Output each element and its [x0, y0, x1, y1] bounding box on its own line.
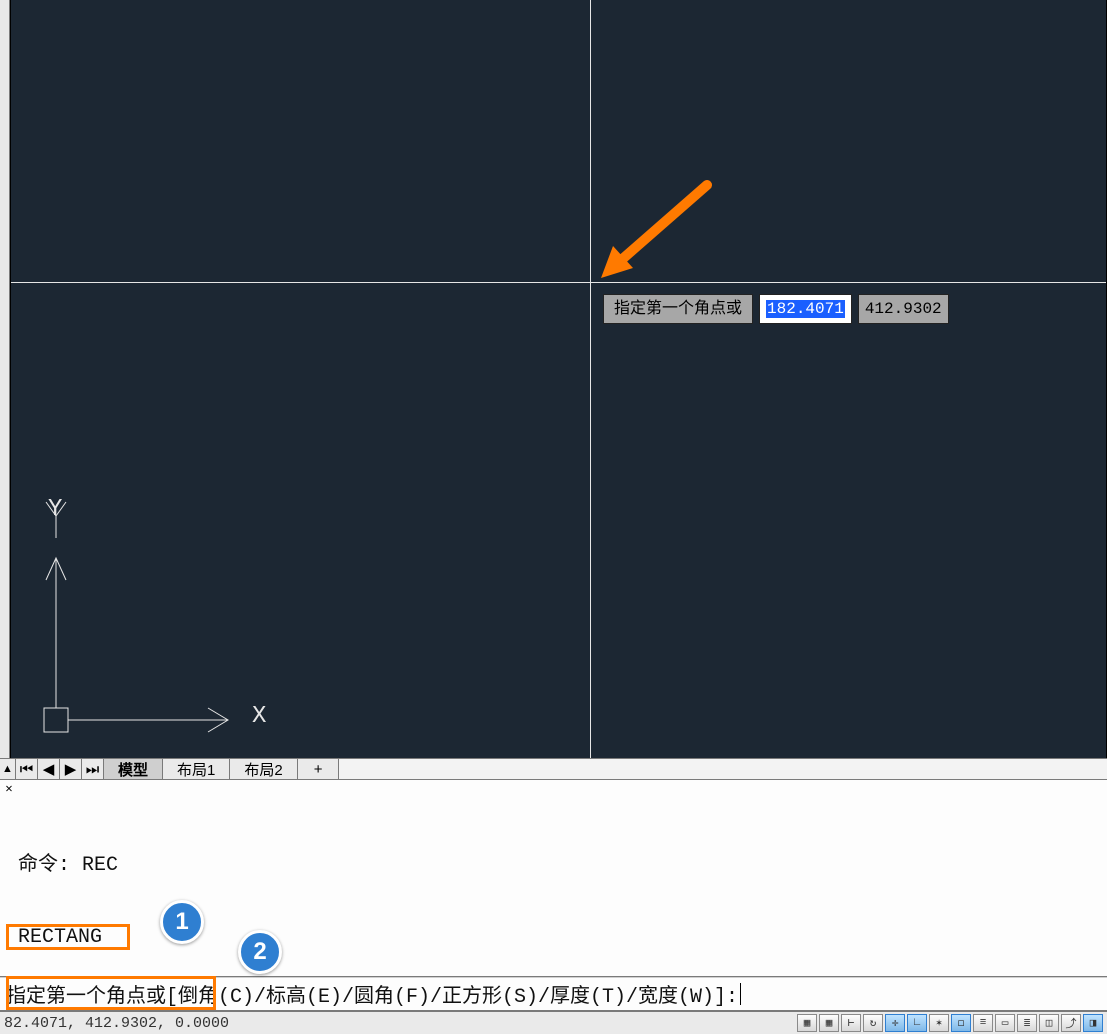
status-cycle-icon[interactable]: ◨ [1083, 1014, 1103, 1032]
dynamic-input-tooltip: 指定第一个角点或 182.4071 412.9302 [603, 294, 949, 324]
ucs-x-label: X [252, 703, 266, 730]
tab-nav-next[interactable]: ▶ [60, 759, 82, 779]
status-grid-display-icon[interactable]: ▦ [797, 1014, 817, 1032]
status-grid-snap-icon[interactable]: ▦ [819, 1014, 839, 1032]
command-prompt-current: 指定第一个角点或 [0, 979, 166, 1009]
tab-model[interactable]: 模型 [104, 759, 163, 779]
ucs-y-label: Y [48, 496, 62, 523]
status-ortho-icon[interactable]: ∟ [907, 1014, 927, 1032]
status-dyn-input-icon[interactable]: ✛ [885, 1014, 905, 1032]
status-osnap-icon[interactable]: ◻ [951, 1014, 971, 1032]
status-toggle-tray: ▦ ▦ ⊢ ↻ ✛ ∟ ✶ ◻ ≡ ▭ ≣ ◫ ⤴ ◨ [797, 1014, 1107, 1032]
layout-tab-strip: ▲ ⏮ ◀ ▶ ⏭ 模型 布局1 布局2 + [0, 758, 1107, 780]
status-polar-icon[interactable]: ✶ [929, 1014, 949, 1032]
status-transparency-icon[interactable]: ◫ [1039, 1014, 1059, 1032]
history-line: 命令: REC [18, 854, 1103, 878]
command-caret [740, 983, 741, 1005]
crosshair-vertical [590, 0, 591, 758]
tab-add[interactable]: + [298, 759, 340, 779]
history-line: RECTANG [18, 926, 1103, 950]
status-infer-icon[interactable]: ⊢ [841, 1014, 861, 1032]
tab-layout2[interactable]: 布局2 [230, 759, 297, 779]
command-history[interactable]: ✕ 命令: REC RECTANG 指定第一个角点或 [倒角(C)/标高(E)/… [0, 780, 1107, 977]
command-options: [倒角(C)/标高(E)/圆角(F)/正方形(S)/厚度(T)/宽度(W)]: [166, 979, 738, 1009]
crosshair-horizontal [11, 282, 1106, 283]
dynamic-x-input[interactable]: 182.4071 [759, 294, 852, 324]
coordinate-readout[interactable]: 82.4071, 412.9302, 0.0000 [0, 1015, 237, 1032]
status-dyn-ucs-icon[interactable]: ↻ [863, 1014, 883, 1032]
status-otrack-icon[interactable]: ▭ [995, 1014, 1015, 1032]
status-lineweight-icon[interactable]: ≣ [1017, 1014, 1037, 1032]
command-line[interactable]: 指定第一个角点或 [倒角(C)/标高(E)/圆角(F)/正方形(S)/厚度(T)… [0, 977, 1107, 1011]
dynamic-prompt-label: 指定第一个角点或 [603, 294, 753, 324]
ucs-icon: X Y [38, 498, 268, 748]
status-3dosnap-icon[interactable]: ≡ [973, 1014, 993, 1032]
status-quick-props-icon[interactable]: ⤴ [1061, 1014, 1081, 1032]
annotation-arrow-icon [597, 180, 717, 290]
tab-nav-last[interactable]: ⏭ [82, 759, 104, 779]
dynamic-y-input[interactable]: 412.9302 [858, 294, 949, 324]
close-icon[interactable]: ✕ [2, 782, 16, 796]
tab-nav-prev[interactable]: ◀ [38, 759, 60, 779]
tab-strip-fill [339, 759, 1107, 779]
status-bar: 82.4071, 412.9302, 0.0000 ▦ ▦ ⊢ ↻ ✛ ∟ ✶ … [0, 1011, 1107, 1034]
history-scroll-up[interactable]: ▲ [0, 759, 16, 779]
left-gutter [0, 0, 10, 758]
tab-layout1[interactable]: 布局1 [163, 759, 230, 779]
tab-nav-first[interactable]: ⏮ [16, 759, 38, 779]
drawing-canvas[interactable]: 指定第一个角点或 182.4071 412.9302 [10, 0, 1107, 758]
